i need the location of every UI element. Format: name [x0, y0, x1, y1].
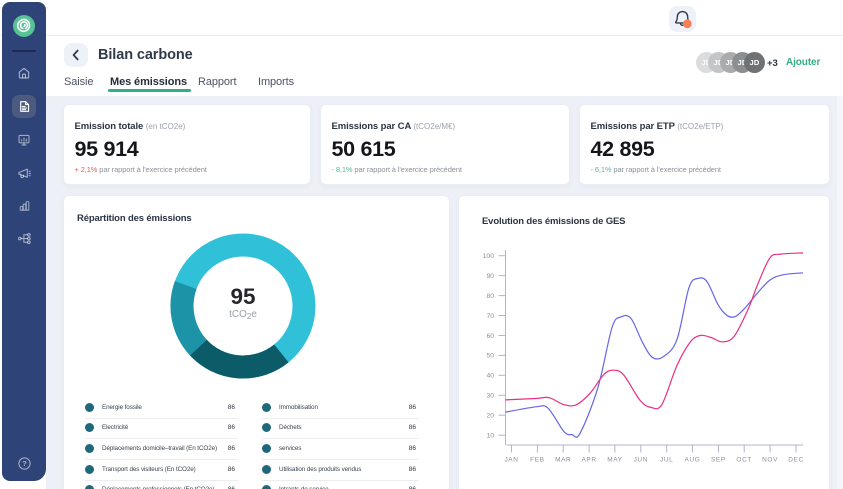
svg-text:30: 30 — [486, 393, 494, 400]
svg-text:100: 100 — [483, 253, 495, 260]
svg-text:OCT: OCT — [736, 457, 752, 464]
svg-text:JUL: JUL — [660, 457, 673, 464]
svg-text:JAN: JAN — [504, 457, 518, 464]
svg-text:40: 40 — [486, 373, 494, 380]
svg-text:20: 20 — [486, 413, 494, 420]
svg-text:80: 80 — [486, 293, 494, 300]
svg-text:JUN: JUN — [634, 457, 648, 464]
svg-text:MAY: MAY — [607, 457, 622, 464]
svg-text:50: 50 — [486, 353, 494, 360]
svg-text:10: 10 — [486, 433, 494, 440]
svg-text:60: 60 — [486, 333, 494, 340]
svg-text:SEP: SEP — [711, 457, 726, 464]
svg-text:AUG: AUG — [685, 457, 701, 464]
svg-text:DEC: DEC — [788, 457, 804, 464]
svg-text:MAR: MAR — [555, 457, 571, 464]
svg-text:NOV: NOV — [762, 457, 778, 464]
svg-text:APR: APR — [582, 457, 597, 464]
svg-text:FEB: FEB — [530, 457, 544, 464]
svg-text:70: 70 — [486, 313, 494, 320]
svg-text:90: 90 — [486, 273, 494, 280]
svg-text:?: ? — [22, 459, 27, 468]
